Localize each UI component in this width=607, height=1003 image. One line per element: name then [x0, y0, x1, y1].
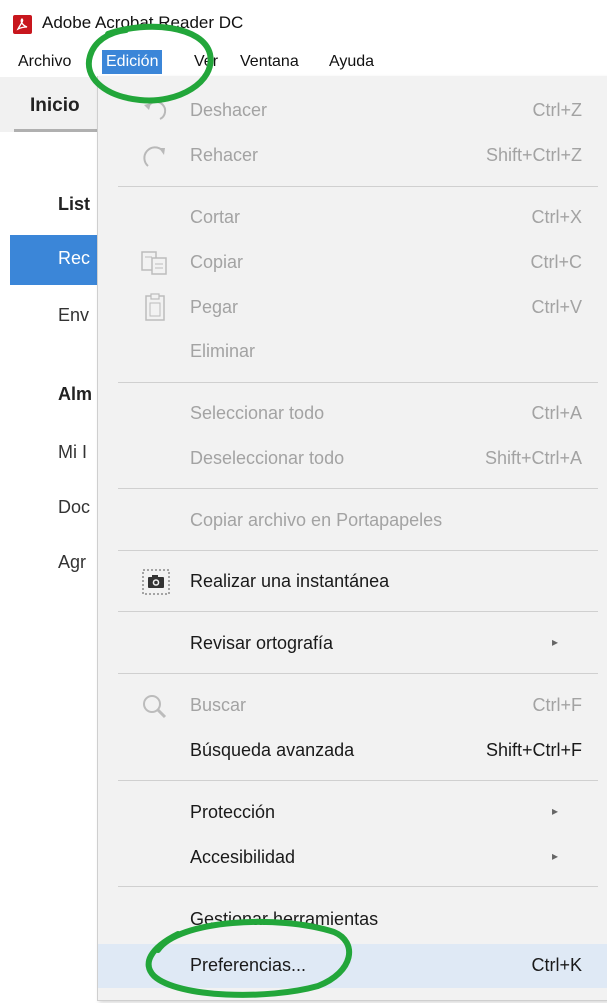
menu-item-cortar[interactable]: Cortar Ctrl+X [98, 198, 607, 238]
menu-item-label: Gestionar herramientas [190, 909, 379, 929]
menu-item-label: Preferencias... [190, 955, 307, 975]
menu-item-copiar-archivo[interactable]: Copiar archivo en Portapapeles [98, 501, 607, 541]
menu-ventana[interactable]: Ventana [236, 50, 303, 74]
menu-item-label: Copiar [190, 252, 244, 272]
menu-item-label: Protección [190, 802, 276, 822]
left-item[interactable]: Agr [58, 552, 86, 573]
camera-icon [138, 566, 172, 598]
menu-archivo[interactable]: Archivo [14, 50, 75, 74]
menu-item-instantanea[interactable]: Realizar una instantánea [98, 562, 607, 602]
menu-item-gestionar-herramientas[interactable]: Gestionar herramientas [98, 900, 607, 940]
menu-item-shortcut: Shift+Ctrl+Z [485, 145, 582, 165]
paste-icon [138, 292, 172, 324]
menu-item-deseleccionar-todo[interactable]: Deseleccionar todo Shift+Ctrl+A [98, 439, 607, 479]
section-heading-list: List [58, 194, 91, 214]
menu-item-busqueda-avanzada[interactable]: Búsqueda avanzada Shift+Ctrl+F [98, 731, 607, 771]
left-item[interactable]: Mi I [58, 442, 87, 463]
menu-item-buscar[interactable]: Buscar Ctrl+F [98, 686, 607, 726]
menu-item-label: Buscar [190, 695, 247, 715]
submenu-arrow-icon: ▸ [551, 804, 558, 818]
menu-separator [118, 611, 598, 612]
left-item-label: Rec [58, 248, 91, 268]
menu-item-preferencias[interactable]: Preferencias... Ctrl+K [98, 944, 607, 988]
menu-item-label: Deshacer [190, 100, 268, 120]
home-left-panel: Inicio List Rec Env Alm Mi I Doc Agr [0, 77, 110, 1003]
menu-item-revisar-ortografia[interactable]: Revisar ortografía ▸ [98, 624, 607, 664]
menu-item-pegar[interactable]: Pegar Ctrl+V [98, 288, 607, 328]
menu-item-shortcut: Ctrl+A [531, 403, 582, 423]
tab-underline [14, 129, 110, 132]
menu-item-shortcut: Ctrl+K [531, 955, 582, 975]
menu-item-shortcut: Ctrl+X [531, 207, 582, 227]
menu-item-label: Rehacer [190, 145, 259, 165]
menu-separator [118, 780, 598, 781]
menu-separator [118, 382, 598, 383]
menu-item-deshacer[interactable]: Deshacer Ctrl+Z [98, 91, 607, 131]
menu-edicion[interactable]: Edición [102, 50, 163, 74]
copy-icon [138, 247, 172, 279]
submenu-arrow-icon: ▸ [551, 635, 558, 649]
menu-separator [118, 186, 598, 187]
menu-item-label: Eliminar [190, 341, 256, 361]
menu-item-shortcut: Ctrl+C [530, 252, 582, 272]
menu-bar: Archivo Edición Ver Ventana Ayuda [0, 45, 607, 77]
title-bar: Adobe Acrobat Reader DC [0, 0, 607, 42]
search-icon [138, 690, 172, 722]
redo-icon [138, 140, 172, 172]
menu-item-rehacer[interactable]: Rehacer Shift+Ctrl+Z [98, 136, 607, 176]
menu-item-accesibilidad[interactable]: Accesibilidad ▸ [98, 838, 607, 878]
menu-item-shortcut: Ctrl+Z [532, 100, 583, 120]
menu-item-seleccionar-todo[interactable]: Seleccionar todo Ctrl+A [98, 394, 607, 434]
undo-icon [138, 95, 172, 127]
menu-item-label: Revisar ortografía [190, 633, 334, 653]
menu-item-shortcut: Ctrl+V [531, 297, 582, 317]
submenu-arrow-icon: ▸ [551, 849, 558, 863]
menu-item-copiar[interactable]: Copiar Ctrl+C [98, 243, 607, 283]
menu-separator [118, 488, 598, 489]
menu-item-shortcut: Shift+Ctrl+A [484, 448, 582, 468]
menu-item-label: Cortar [190, 207, 241, 227]
acrobat-logo-icon [13, 15, 32, 34]
menu-ver[interactable]: Ver [190, 50, 222, 74]
menu-ayuda[interactable]: Ayuda [325, 50, 378, 74]
tab-inicio[interactable]: Inicio [30, 95, 80, 117]
section-heading-storage: Alm [58, 384, 93, 404]
menu-separator [118, 673, 598, 674]
menu-item-label: Búsqueda avanzada [190, 740, 355, 760]
menu-item-shortcut: Ctrl+F [532, 695, 583, 715]
menu-separator [118, 550, 598, 551]
window-title: Adobe Acrobat Reader DC [42, 13, 244, 32]
menu-item-label: Copiar archivo en Portapapeles [190, 510, 443, 530]
left-item[interactable]: Env [58, 305, 89, 326]
left-item[interactable]: Doc [58, 497, 90, 518]
left-item-selected[interactable]: Rec [10, 235, 110, 285]
menu-item-label: Accesibilidad [190, 847, 296, 867]
menu-item-label: Seleccionar todo [190, 403, 325, 423]
menu-item-label: Realizar una instantánea [190, 571, 390, 591]
menu-item-label: Deseleccionar todo [190, 448, 345, 468]
menu-separator [118, 886, 598, 887]
menu-item-label: Pegar [190, 297, 239, 317]
edit-menu-dropdown: Deshacer Ctrl+Z Rehacer Shift+Ctrl+Z Cor… [97, 76, 607, 1001]
menu-item-eliminar[interactable]: Eliminar [98, 332, 607, 372]
menu-item-shortcut: Shift+Ctrl+F [485, 740, 582, 760]
menu-item-proteccion[interactable]: Protección ▸ [98, 793, 607, 833]
